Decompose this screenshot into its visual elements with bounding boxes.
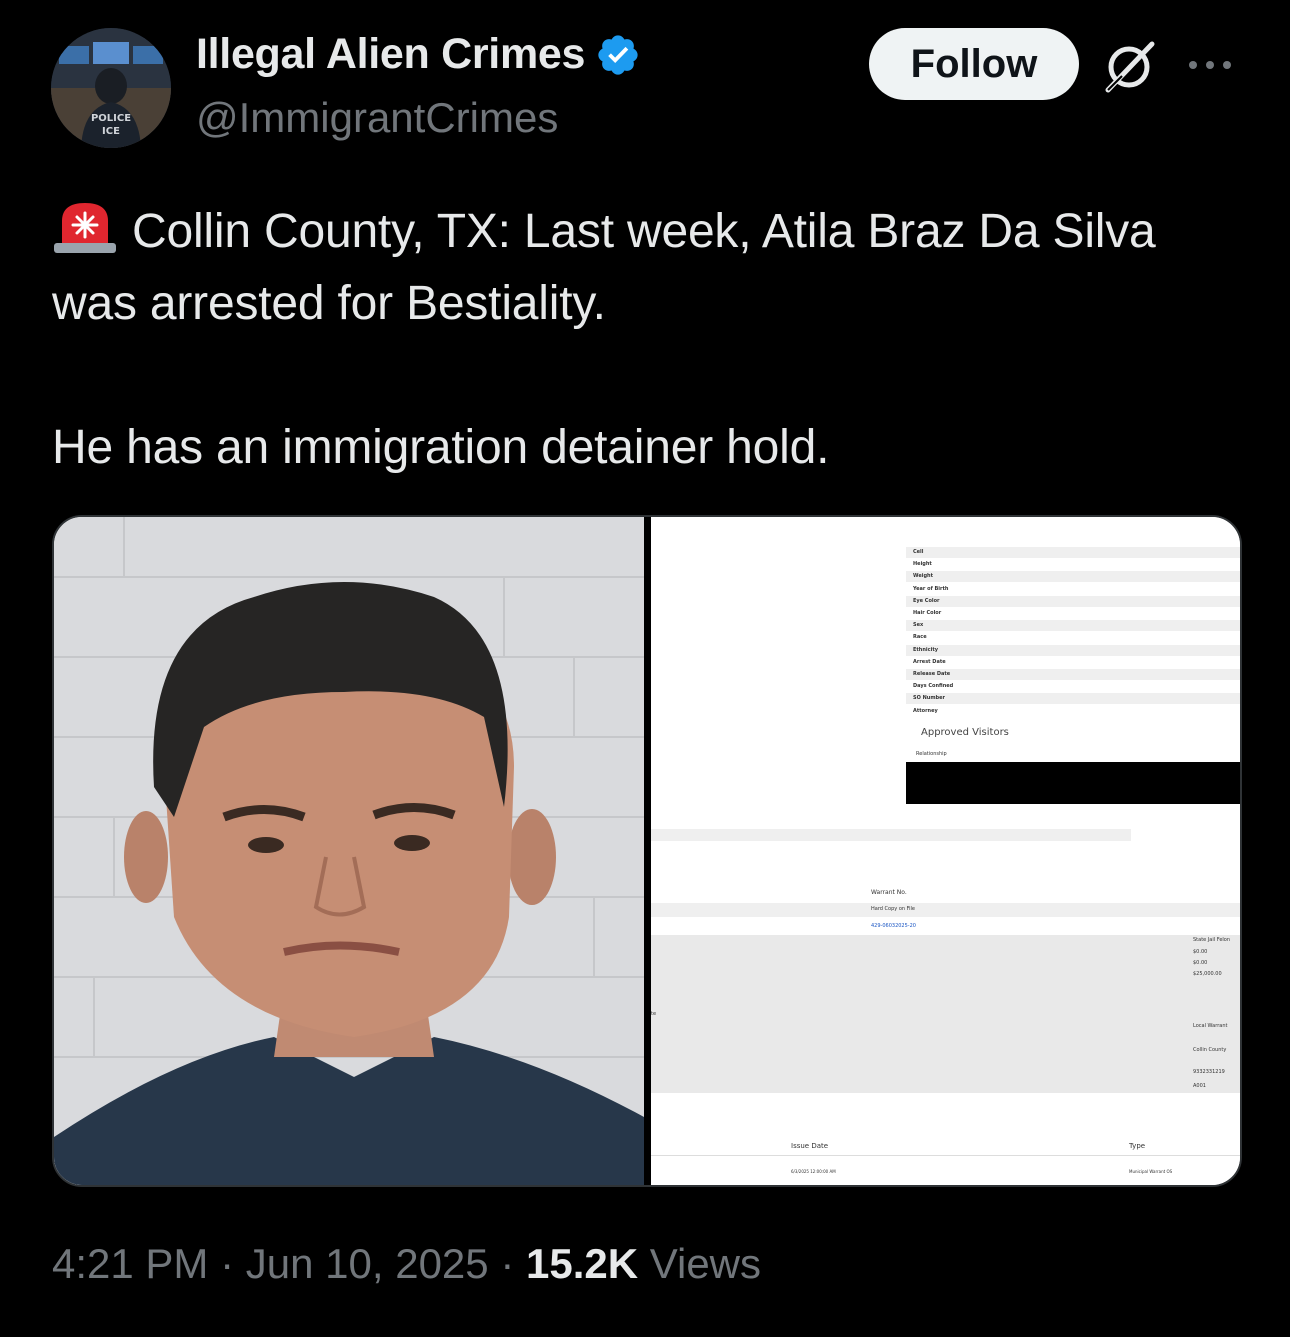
warrant-no-label: Warrant No. [871,889,907,896]
doc-line [651,1155,1240,1156]
follow-button[interactable]: Follow [869,28,1079,100]
type-label: Type [1129,1142,1146,1150]
post-date[interactable]: Jun 10, 2025 [246,1240,489,1287]
doc-field-label: Height [913,561,932,568]
mugshot-photo[interactable] [54,517,644,1185]
doc-field-label: Release Date [913,671,951,677]
doc-field-label: Ethnicity [913,646,938,653]
doc-field-row [906,693,1240,705]
doc-field-row [906,547,1240,558]
svg-text:POLICE: POLICE [91,113,131,124]
id-number: 9332331219 [1193,1069,1225,1075]
left-edge-text: te [651,1011,657,1017]
doc-field-row [906,620,1240,632]
doc-field-row [906,571,1240,583]
doc-field-label: Year of Birth [913,585,949,592]
post-meta: 4:21 PM · Jun 10, 2025 · 15.2K Views [52,1240,761,1288]
meta-separator-2: · [500,1240,515,1287]
hard-copy-label: Hard Copy on File [871,906,916,912]
meta-separator: · [220,1240,235,1287]
state-jail-label: State Jail Felon [1193,937,1231,943]
approved-visitors-label: Approved Visitors [921,727,1009,738]
media-grid[interactable]: Cell Height Weight Year of Birth Eye Color Ha… [52,515,1242,1187]
type-value: Municipal Warrant OS [1129,1169,1173,1174]
police-light-icon [54,203,116,253]
mugshot-image [54,517,644,1185]
grok-slash-icon[interactable] [1100,38,1158,96]
post-time[interactable]: 4:21 PM [52,1240,208,1287]
doc-bar-2 [651,903,1240,917]
relationship-label: Relationship [916,751,947,757]
issue-date-label: Issue Date [791,1142,829,1150]
redaction-bar [906,762,1240,804]
issue-date-value: 6/3/2025 12:00:00 AM [791,1169,836,1174]
doc-field-label: Attorney [913,707,938,714]
doc-field-label: Cell [913,549,924,555]
author-display-name[interactable]: Illegal Alien Crimes [196,30,585,79]
doc-field-row [906,595,1240,607]
avatar[interactable]: POLICE ICE [51,28,171,148]
author-name-row[interactable]: Illegal Alien Crimes [196,30,641,79]
amount-3: $25,000.00 [1193,971,1222,977]
doc-gray-block [651,935,1240,1093]
doc-field-label: Weight [913,573,933,580]
more-dots-icon[interactable] [1185,48,1235,82]
doc-bar [651,829,1131,841]
author-handle[interactable]: @ImmigrantCrimes [196,94,558,142]
collin-county-label: Collin County [1193,1047,1227,1053]
avatar-image: POLICE ICE [51,28,171,148]
doc-field-label: Arrest Date [913,658,946,665]
document-photo[interactable]: Cell Height Weight Year of Birth Eye Color Ha… [651,517,1240,1185]
verified-badge-icon [598,34,638,75]
views-count[interactable]: 15.2K [526,1240,638,1287]
doc-field-label: Race [913,634,927,641]
code-label: A001 [1193,1083,1206,1089]
amount-2: $0.00 [1193,960,1208,966]
local-warrant-label: Local Warrant [1193,1023,1228,1029]
doc-field-label: Days Confined [913,683,954,690]
doc-field-label: Sex [913,622,924,629]
doc-field-label: Hair Color [913,610,942,616]
doc-field-label: SO Number [913,695,945,702]
amount-1: $0.00 [1193,949,1208,955]
post-line-1: Collin County, TX: Last week, Atila Braz… [52,205,1156,330]
post-text: Collin County, TX: Last week, Atila Braz… [52,196,1242,484]
doc-field-row [906,644,1240,656]
media-divider [644,517,651,1185]
views-label: Views [649,1240,762,1287]
svg-text:ICE: ICE [102,126,120,137]
post-line-2: He has an immigration detainer hold. [52,421,830,474]
warrant-number-link: 429-06032025-20 [871,923,916,929]
doc-field-label: Eye Color [913,597,940,604]
doc-field-row [906,669,1240,680]
